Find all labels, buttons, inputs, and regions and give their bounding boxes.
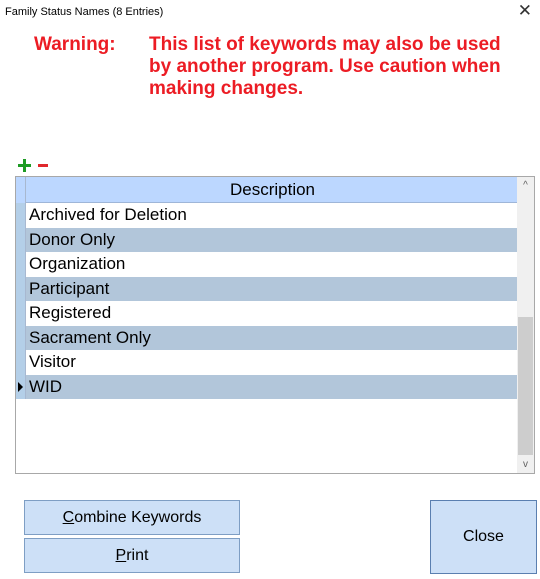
description-cell[interactable]: Sacrament Only: [26, 325, 519, 350]
row-header[interactable]: [16, 252, 26, 277]
title-bar: Family Status Names (8 Entries) ✕: [0, 0, 540, 24]
row-header[interactable]: [16, 374, 26, 399]
description-cell[interactable]: Participant: [26, 276, 519, 301]
row-header[interactable]: [16, 203, 26, 228]
minus-icon[interactable]: [36, 159, 50, 173]
close-icon[interactable]: ✕: [518, 2, 532, 20]
table-row[interactable]: Participant: [16, 276, 519, 301]
description-cell[interactable]: Organization: [26, 252, 519, 277]
column-header-description[interactable]: Description: [26, 177, 519, 203]
plus-icon[interactable]: [18, 159, 32, 173]
print-mnemonic: P: [115, 547, 127, 564]
warning-label: Warning:: [34, 34, 116, 55]
scroll-down-icon[interactable]: v: [517, 456, 534, 473]
table-row[interactable]: Donor Only: [16, 227, 519, 252]
table-row[interactable]: WID: [16, 374, 519, 399]
row-header[interactable]: [16, 350, 26, 375]
table-row[interactable]: Sacrament Only: [16, 325, 519, 350]
description-cell[interactable]: Registered: [26, 301, 519, 326]
print-button[interactable]: Print: [24, 538, 240, 573]
combine-label: ombine Keywords: [74, 509, 202, 526]
row-header[interactable]: [16, 325, 26, 350]
description-cell[interactable]: WID: [26, 374, 519, 399]
warning-line-3: making changes.: [149, 78, 304, 99]
current-row-arrow-icon: [18, 381, 23, 392]
scroll-thumb[interactable]: [518, 317, 533, 455]
table-row[interactable]: Registered: [16, 301, 519, 326]
warning-line-2: by another program. Use caution when: [149, 56, 501, 77]
row-header[interactable]: [16, 301, 26, 326]
keywords-grid: Description Archived for Deletion Donor O…: [15, 176, 535, 474]
table-row[interactable]: Visitor: [16, 350, 519, 375]
warning-message: This list of keywords may also be used b…: [149, 34, 529, 100]
warning-line-1: This list of keywords may also be used: [149, 34, 501, 55]
row-header[interactable]: [16, 227, 26, 252]
grid-header: Description: [16, 177, 519, 203]
close-button[interactable]: Close: [430, 500, 537, 574]
scroll-up-icon[interactable]: ^: [517, 177, 534, 194]
print-label: rint: [126, 547, 149, 564]
description-cell[interactable]: Donor Only: [26, 227, 519, 252]
table-row[interactable]: Archived for Deletion: [16, 203, 519, 228]
combine-mnemonic: C: [62, 509, 75, 526]
window-title: Family Status Names (8 Entries): [5, 6, 164, 18]
row-header-corner: [16, 177, 26, 203]
description-cell[interactable]: Archived for Deletion: [26, 203, 519, 228]
description-cell[interactable]: Visitor: [26, 350, 519, 375]
row-header[interactable]: [16, 276, 26, 301]
vertical-scrollbar[interactable]: ^ v: [517, 177, 534, 473]
combine-keywords-button[interactable]: Combine Keywords: [24, 500, 240, 535]
table-row[interactable]: Organization: [16, 252, 519, 277]
grid-rows: Archived for Deletion Donor Only Organizat…: [16, 203, 519, 399]
